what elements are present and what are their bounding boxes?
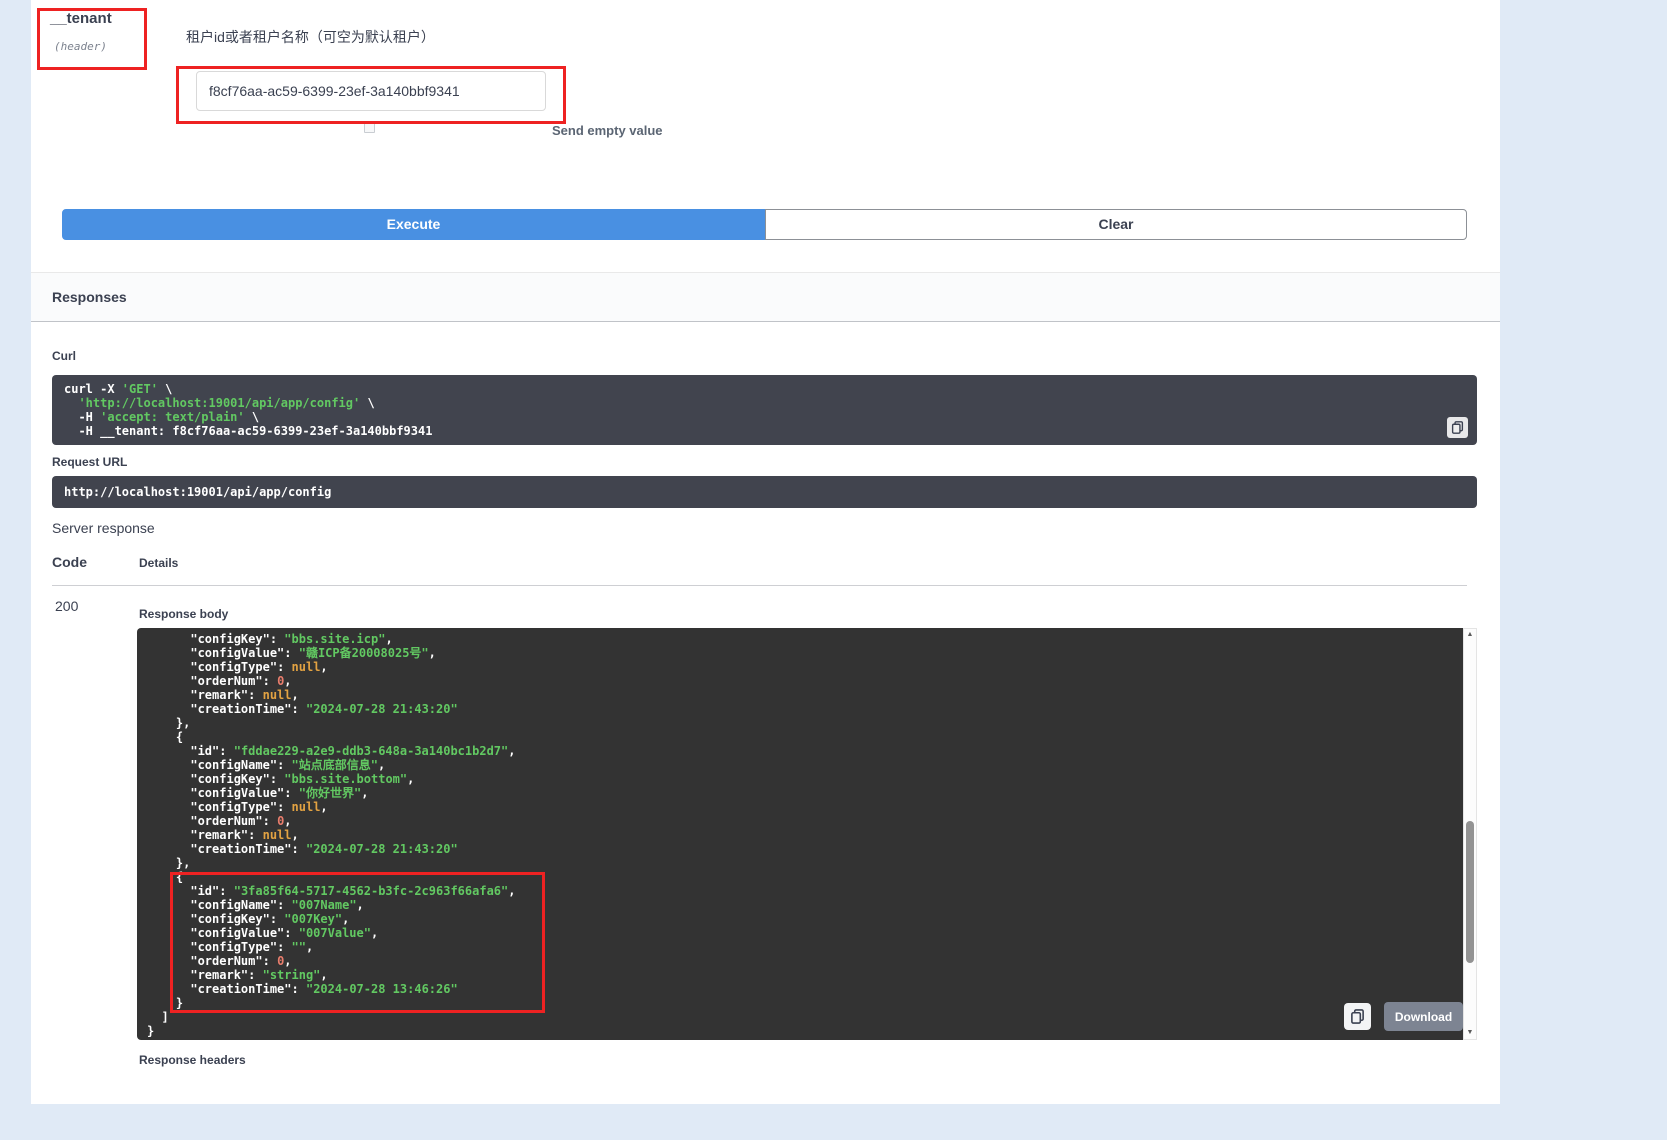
- response-body-code: "configKey": "bbs.site.icp", "configValu…: [137, 628, 1463, 1040]
- response-headers-label: Response headers: [139, 1053, 246, 1067]
- copy-curl-icon[interactable]: [1447, 417, 1468, 438]
- response-body-label: Response body: [139, 607, 228, 621]
- clear-button[interactable]: Clear: [765, 209, 1467, 240]
- parameter-description: 租户id或者租户名称（可空为默认租户）: [186, 27, 435, 47]
- request-url-label: Request URL: [52, 455, 127, 469]
- code-column-header: Code: [52, 554, 87, 570]
- swagger-ui-page: { "colors": { "page_bg": "#e0eaf6", "pan…: [0, 0, 1667, 1140]
- execute-button[interactable]: Execute: [62, 209, 765, 240]
- scrollbar-thumb[interactable]: [1466, 821, 1474, 963]
- response-body-block: "configKey": "bbs.site.icp", "configValu…: [137, 628, 1477, 1040]
- status-code: 200: [55, 598, 78, 614]
- download-button[interactable]: Download: [1384, 1002, 1463, 1031]
- response-body-scrollbar[interactable]: ▲ ▼: [1463, 628, 1477, 1040]
- operation-panel: __tenant (header) 租户id或者租户名称（可空为默认租户） Se…: [31, 0, 1500, 1104]
- responses-title: Responses: [52, 289, 127, 305]
- request-url-block: http://localhost:19001/api/app/config: [52, 476, 1477, 508]
- curl-block: curl -X 'GET' \ 'http://localhost:19001/…: [52, 375, 1477, 445]
- curl-code: curl -X 'GET' \ 'http://localhost:19001/…: [52, 375, 1477, 445]
- parameter-location: (header): [54, 40, 107, 53]
- details-column-header: Details: [139, 556, 178, 570]
- scroll-down-arrow-icon[interactable]: ▼: [1464, 1027, 1476, 1039]
- scroll-up-arrow-icon[interactable]: ▲: [1464, 629, 1476, 641]
- parameter-name: __tenant: [50, 10, 112, 27]
- table-divider: [52, 585, 1467, 586]
- tenant-input[interactable]: [196, 71, 546, 111]
- copy-response-icon[interactable]: [1344, 1003, 1371, 1030]
- copy-icon: [1350, 1009, 1365, 1024]
- send-empty-value-checkbox[interactable]: [364, 122, 375, 133]
- request-url-value: http://localhost:19001/api/app/config: [52, 476, 1477, 508]
- curl-label: Curl: [52, 349, 76, 363]
- send-empty-value-label: Send empty value: [552, 123, 663, 138]
- server-response-label: Server response: [52, 520, 155, 536]
- copy-icon: [1451, 421, 1464, 434]
- responses-section-header: Responses: [31, 272, 1500, 322]
